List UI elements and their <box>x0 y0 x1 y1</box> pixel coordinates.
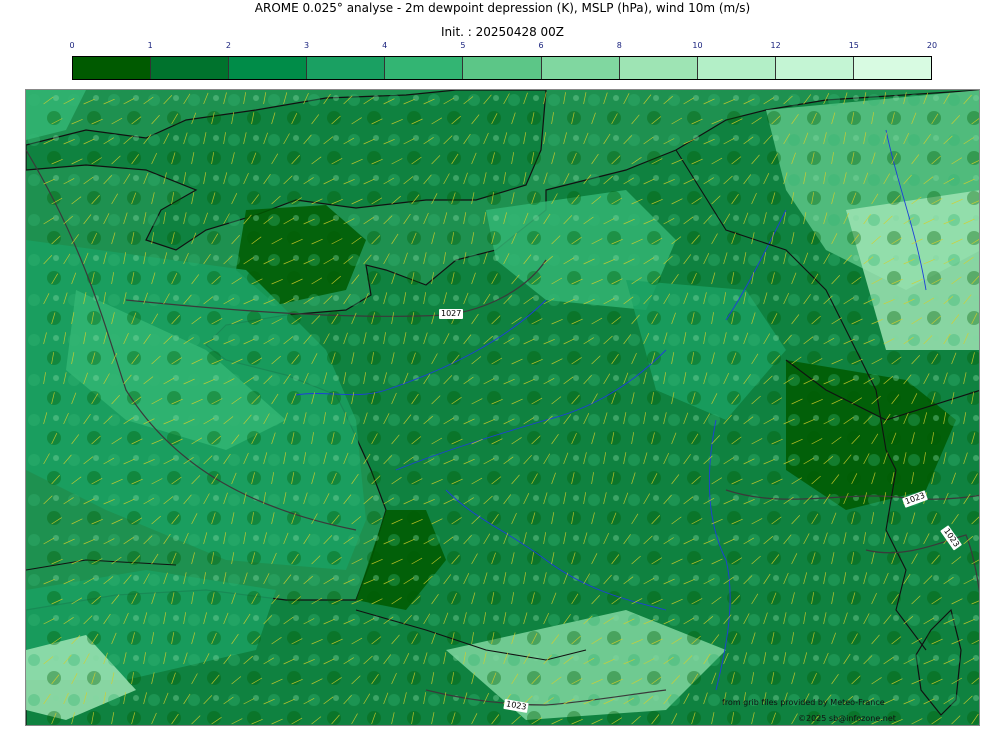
colorbar-segment <box>73 57 152 79</box>
colorbar-tick-label: 15 <box>848 41 859 50</box>
colorbar-segment <box>307 57 386 79</box>
data-source-credit: from grib files provided by Meteo-France <box>722 698 885 707</box>
colorbar-segment <box>229 57 308 79</box>
copyright-credit: ©2025 sb@infozone.net <box>798 714 896 723</box>
colorbar-tick-label: 4 <box>382 41 388 50</box>
colorbar-segment <box>151 57 230 79</box>
colorbar-tick-label: 20 <box>926 41 938 50</box>
colorbar-tick-label: 0 <box>69 41 75 50</box>
colorbar-segment <box>775 57 854 79</box>
colorbar-segment <box>619 57 698 79</box>
colorbar-segment <box>385 57 464 79</box>
dewpoint-zones <box>26 90 979 725</box>
colorbar-tick-label: 6 <box>538 41 544 50</box>
dewpoint-texture <box>26 90 979 725</box>
colorbar-segment <box>853 57 932 79</box>
colorbar-segment <box>541 57 620 79</box>
colorbar-tick-label: 1 <box>147 41 153 50</box>
colorbar-tick-labels: 0 1 2 3 4 5 6 8 10 12 15 20 <box>69 41 937 53</box>
colorbar <box>72 56 932 80</box>
colorbar-tick-label: 10 <box>692 41 703 50</box>
map-canvas <box>26 90 979 725</box>
map-title: AROME 0.025° analyse - 2m dewpoint depre… <box>254 1 751 15</box>
colorbar-tick-label: 3 <box>303 41 310 50</box>
colorbar-tick-label: 12 <box>770 41 781 50</box>
weather-map: 1027 1023 1023 1023 from grib files prov… <box>25 89 980 726</box>
colorbar-tick-label: 8 <box>616 41 622 50</box>
isobar-label: 1027 <box>439 309 464 319</box>
init-time: Init. : 20250428 00Z <box>440 25 565 39</box>
colorbar-tick-label: 2 <box>225 41 231 50</box>
colorbar-segment <box>697 57 776 79</box>
colorbar-tick-label: 5 <box>460 41 466 50</box>
colorbar-segment <box>463 57 542 79</box>
